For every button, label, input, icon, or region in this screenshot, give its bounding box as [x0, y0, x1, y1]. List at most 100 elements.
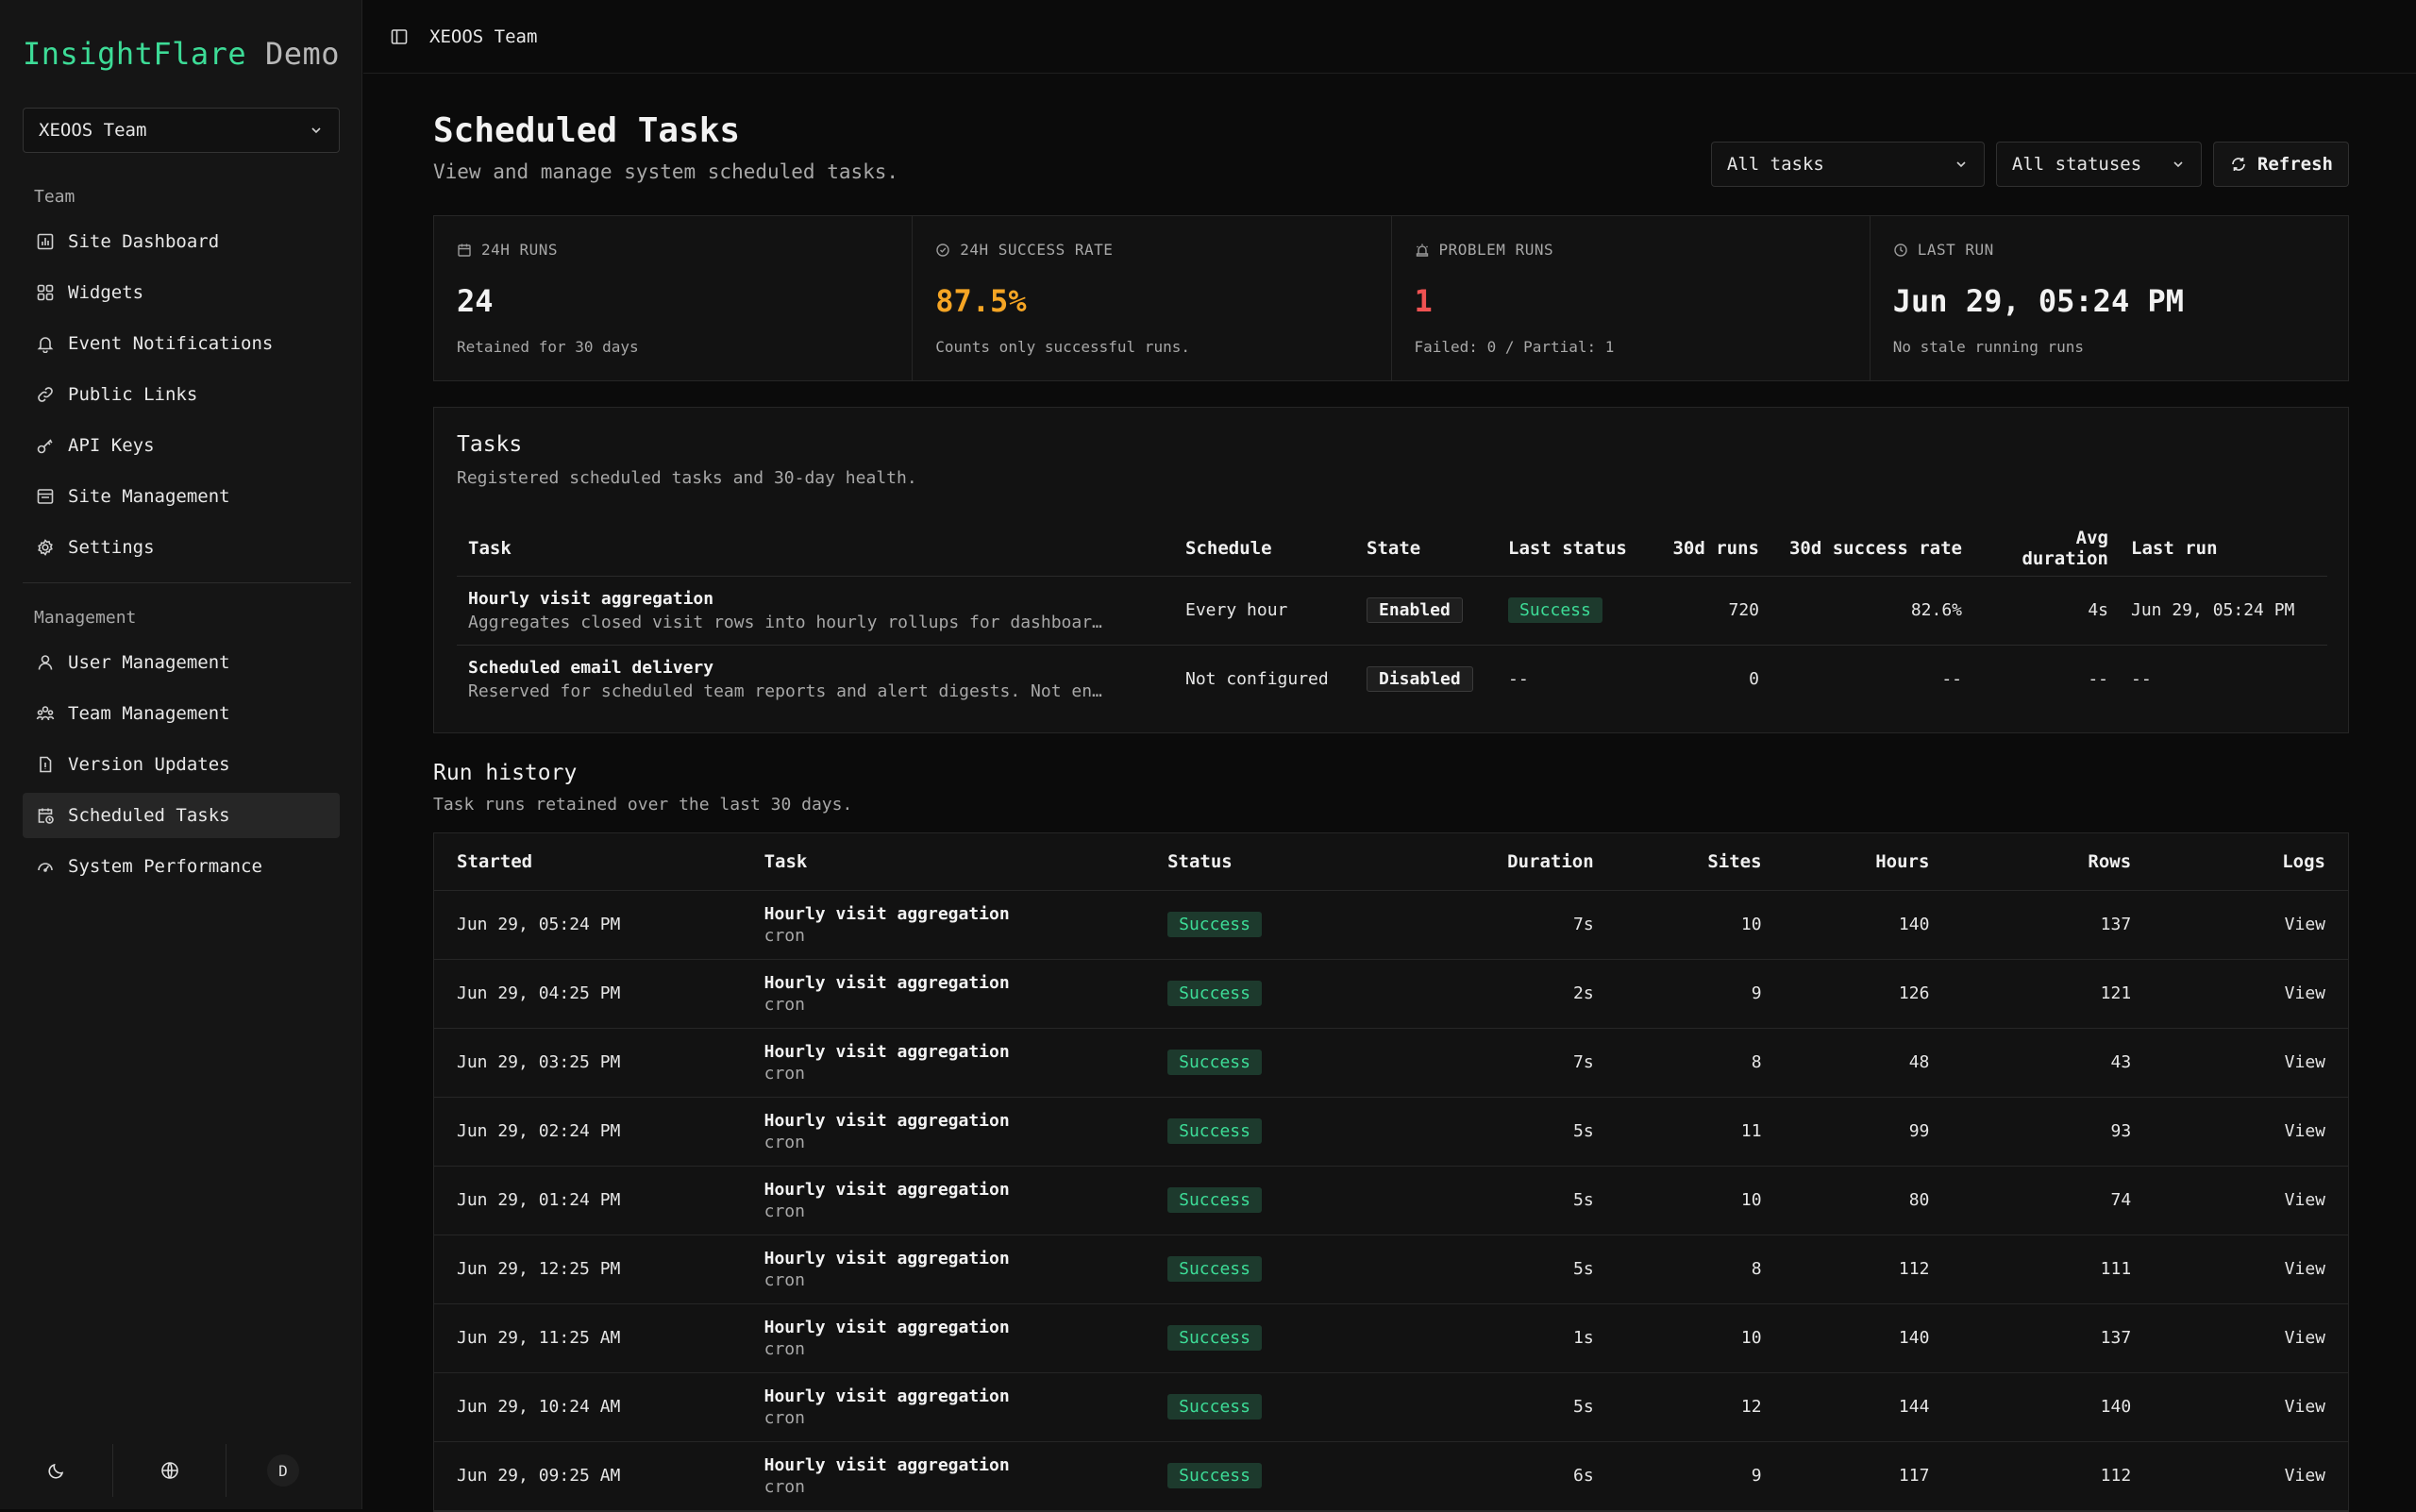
col-header-sites[interactable]: Sites: [1616, 833, 1785, 891]
run-status-cell: Success: [1145, 1235, 1390, 1304]
table-row[interactable]: Jun 29, 10:24 AM Hourly visit aggregatio…: [434, 1372, 2348, 1442]
stat-card-problem-runs: PROBLEM RUNS 1 Failed: 0 / Partial: 1: [1392, 216, 1871, 380]
sidebar-item-version-updates[interactable]: Version Updates: [23, 742, 340, 787]
view-logs-link[interactable]: View: [2154, 1441, 2348, 1511]
table-row[interactable]: Jun 29, 11:25 AM Hourly visit aggregatio…: [434, 1303, 2348, 1373]
sidebar-item-site-management[interactable]: Site Management: [23, 474, 340, 519]
sidebar-item-system-performance[interactable]: System Performance: [23, 844, 340, 889]
run-sites: 9: [1616, 1441, 1785, 1511]
task-filter-select[interactable]: All tasks: [1710, 142, 1985, 187]
stat-label: LAST RUN: [1893, 241, 2325, 259]
brand-suffix: Demo: [264, 36, 341, 72]
view-logs-link[interactable]: View: [2154, 959, 2348, 1029]
table-row[interactable]: Jun 29, 03:25 PM Hourly visit aggregatio…: [434, 1028, 2348, 1098]
col-header-duration[interactable]: Duration: [1389, 833, 1617, 891]
view-logs-link[interactable]: View: [2154, 1097, 2348, 1167]
run-started: Jun 29, 04:25 PM: [434, 959, 742, 1029]
col-header-task[interactable]: Task: [457, 521, 1174, 577]
col-header-started[interactable]: Started: [434, 833, 742, 891]
sidebar-item-event-notifications[interactable]: Event Notifications: [23, 321, 340, 366]
sidebar-toggle-icon[interactable]: [390, 27, 409, 46]
theme-toggle-button[interactable]: [0, 1444, 113, 1497]
tasks-card: Tasks Registered scheduled tasks and 30-…: [433, 407, 2349, 733]
sidebar-item-team-management[interactable]: Team Management: [23, 691, 340, 736]
col-header-hours[interactable]: Hours: [1784, 833, 1953, 891]
run-status-cell: Success: [1145, 890, 1390, 960]
col-header-last-status[interactable]: Last status: [1497, 521, 1648, 577]
sidebar-item-public-links[interactable]: Public Links: [23, 372, 340, 417]
chevron-down-icon: [2171, 157, 2186, 172]
table-row[interactable]: Jun 29, 09:25 AM Hourly visit aggregatio…: [434, 1441, 2348, 1511]
site-icon: [36, 487, 55, 506]
status-badge: Success: [1167, 1394, 1262, 1420]
col-header-state[interactable]: State: [1355, 521, 1497, 577]
sidebar-divider: [23, 582, 351, 583]
stat-card-last-run: LAST RUN Jun 29, 05:24 PM No stale runni…: [1871, 216, 2348, 380]
sidebar-item-scheduled-tasks[interactable]: Scheduled Tasks: [23, 793, 340, 838]
col-header-30d-runs[interactable]: 30d runs: [1648, 521, 1770, 577]
language-button[interactable]: [113, 1444, 226, 1497]
col-header-task[interactable]: Task: [741, 833, 1146, 891]
key-icon: [36, 436, 55, 455]
run-source: cron: [763, 1407, 805, 1428]
run-task-cell: Hourly visit aggregation cron: [741, 1166, 1146, 1235]
sidebar-item-api-keys[interactable]: API Keys: [23, 423, 340, 468]
run-hours: 140: [1784, 890, 1953, 960]
status-badge: Success: [1167, 912, 1262, 937]
view-logs-link[interactable]: View: [2154, 1235, 2348, 1304]
view-logs-link[interactable]: View: [2154, 1372, 2348, 1442]
run-started: Jun 29, 11:25 AM: [434, 1303, 742, 1373]
task-avg-duration: 4s: [1973, 576, 2120, 646]
stat-value: 1: [1414, 283, 1433, 319]
run-started: Jun 29, 02:24 PM: [434, 1097, 742, 1167]
refresh-button[interactable]: Refresh: [2212, 142, 2349, 187]
run-task-cell: Hourly visit aggregation cron: [741, 1235, 1146, 1304]
view-logs-link[interactable]: View: [2154, 1303, 2348, 1373]
top-bar: XEOOS Team: [363, 0, 2416, 74]
table-row[interactable]: Jun 29, 02:24 PM Hourly visit aggregatio…: [434, 1097, 2348, 1167]
status-badge: Success: [1167, 981, 1262, 1006]
team-selector[interactable]: XEOOS Team: [23, 108, 340, 153]
table-row[interactable]: Hourly visit aggregation Aggregates clos…: [457, 576, 2327, 646]
col-header-schedule[interactable]: Schedule: [1174, 521, 1355, 577]
sidebar-item-widgets[interactable]: Widgets: [23, 270, 340, 315]
status-filter-value: All statuses: [2011, 154, 2142, 175]
task-success-rate: --: [1941, 669, 1962, 690]
table-row[interactable]: Scheduled email delivery Reserved for sc…: [457, 645, 2327, 714]
run-history-title: Run history: [433, 761, 578, 785]
user-menu-button[interactable]: D: [226, 1444, 340, 1497]
col-header-logs[interactable]: Logs: [2154, 833, 2348, 891]
run-duration: 5s: [1389, 1235, 1617, 1304]
management-nav: User Management Team Management Version …: [23, 640, 340, 895]
col-header-avg-duration[interactable]: Avg duration: [1973, 521, 2120, 577]
table-row[interactable]: Jun 29, 12:25 PM Hourly visit aggregatio…: [434, 1235, 2348, 1304]
sidebar-item-label: Site Dashboard: [68, 231, 220, 252]
table-row[interactable]: Jun 29, 05:24 PM Hourly visit aggregatio…: [434, 890, 2348, 960]
sidebar-item-user-management[interactable]: User Management: [23, 640, 340, 685]
brand-logo[interactable]: InsightFlare Demo: [23, 36, 340, 72]
col-header-status[interactable]: Status: [1145, 833, 1390, 891]
sidebar-item-settings[interactable]: Settings: [23, 525, 340, 570]
run-duration: 1s: [1389, 1303, 1617, 1373]
view-logs-link[interactable]: View: [2154, 1028, 2348, 1098]
sidebar-item-site-dashboard[interactable]: Site Dashboard: [23, 219, 340, 264]
view-logs-link[interactable]: View: [2154, 890, 2348, 960]
run-started: Jun 29, 09:25 AM: [434, 1441, 742, 1511]
run-hours: 140: [1784, 1303, 1953, 1373]
run-status-cell: Success: [1145, 1028, 1390, 1098]
sidebar-item-label: Event Notifications: [68, 333, 274, 354]
status-filter-select[interactable]: All statuses: [1995, 142, 2202, 187]
view-logs-link[interactable]: View: [2154, 1166, 2348, 1235]
col-header-last-run[interactable]: Last run: [2120, 521, 2327, 577]
stat-label-text: 24H SUCCESS RATE: [960, 241, 1114, 259]
run-sites: 10: [1616, 890, 1785, 960]
task-last-run: Jun 29, 05:24 PM: [2120, 576, 2327, 646]
run-source: cron: [763, 1338, 805, 1359]
run-task-cell: Hourly visit aggregation cron: [741, 1441, 1146, 1511]
col-header-rows[interactable]: Rows: [1952, 833, 2155, 891]
table-row[interactable]: Jun 29, 04:25 PM Hourly visit aggregatio…: [434, 959, 2348, 1029]
table-row[interactable]: Jun 29, 01:24 PM Hourly visit aggregatio…: [434, 1166, 2348, 1235]
col-header-30d-success-rate[interactable]: 30d success rate: [1770, 521, 1973, 577]
team-selector-value: XEOOS Team: [39, 120, 147, 141]
stat-note: Failed: 0 / Partial: 1: [1414, 338, 1615, 356]
